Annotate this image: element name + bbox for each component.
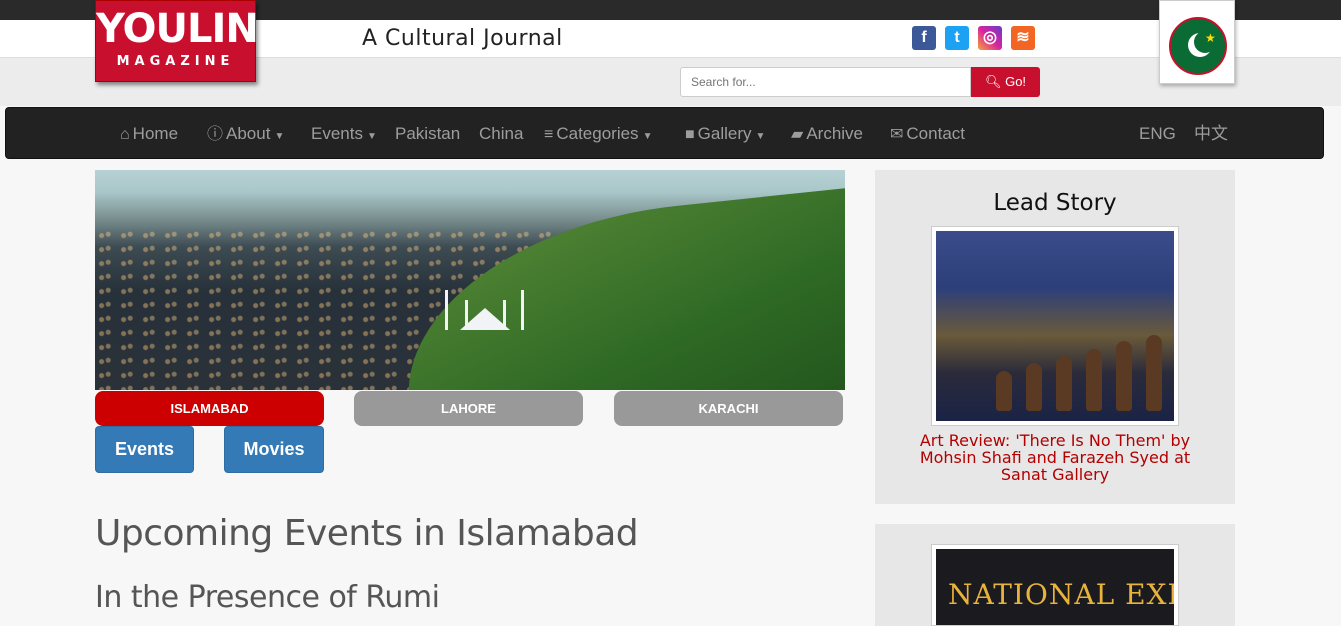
nav-archive-label: Archive bbox=[806, 124, 863, 143]
exhibition-poster-text: NATIONAL EXHIBITION bbox=[936, 549, 1174, 625]
minaret bbox=[521, 290, 524, 330]
info-icon: ⓘ bbox=[207, 126, 224, 143]
institute-emblem[interactable]: ★ bbox=[1159, 0, 1235, 84]
nav-home[interactable]: ⌂ Home bbox=[120, 108, 178, 160]
page-title: Upcoming Events in Islamabad bbox=[95, 513, 639, 554]
hero-image-islamabad bbox=[95, 170, 845, 390]
movies-button[interactable]: Movies bbox=[224, 426, 324, 473]
logo-sub-text: MAGAZINE bbox=[116, 54, 235, 69]
event-title-link[interactable]: In the Presence of Rumi bbox=[95, 580, 440, 615]
twitter-icon[interactable]: t bbox=[945, 26, 969, 50]
nav-pakistan-label: Pakistan bbox=[395, 124, 461, 143]
search-go-label: Go! bbox=[1005, 74, 1027, 89]
video-camera-icon: ■ bbox=[685, 126, 695, 143]
secondary-story-box: NATIONAL EXHIBITION bbox=[875, 524, 1235, 626]
lead-story-heading: Lead Story bbox=[993, 190, 1117, 216]
nav-contact-label: Contact bbox=[906, 124, 965, 143]
lang-eng[interactable]: ENG bbox=[1139, 108, 1176, 160]
caret-down-icon: ▼ bbox=[274, 131, 285, 142]
lead-story-image[interactable] bbox=[931, 226, 1179, 426]
figure-shape bbox=[1116, 341, 1132, 411]
nav-events[interactable]: Events ▼ bbox=[311, 108, 377, 160]
nav-china-label: China bbox=[479, 124, 524, 143]
figure-shape bbox=[1086, 349, 1102, 411]
figure-shape bbox=[996, 371, 1012, 411]
lang-chinese[interactable]: 中文 bbox=[1194, 108, 1228, 160]
figure-shape bbox=[1056, 356, 1072, 411]
secondary-story-image[interactable]: NATIONAL EXHIBITION bbox=[931, 544, 1179, 626]
search-input[interactable] bbox=[680, 67, 971, 97]
site-logo[interactable]: YOULIN MAGAZINE bbox=[95, 0, 259, 82]
nav-contact[interactable]: ✉ Contact bbox=[890, 108, 965, 160]
nav-categories[interactable]: ≡ Categories ▼ bbox=[544, 108, 652, 160]
tab-lahore[interactable]: LAHORE bbox=[354, 391, 583, 426]
caret-down-icon: ▼ bbox=[755, 131, 766, 142]
nav-gallery[interactable]: ■ Gallery ▼ bbox=[685, 108, 765, 160]
nav-events-label: Events bbox=[311, 124, 363, 143]
main-navbar: ⌂ Home ⓘ About ▼ Events ▼ Pakistan China ≡ Ca… bbox=[5, 107, 1324, 159]
lead-story-box: Lead Story Art Review: 'There Is No Them… bbox=[875, 170, 1235, 504]
folder-open-icon: ▰ bbox=[791, 126, 804, 143]
nav-about-label: About bbox=[226, 124, 271, 143]
nav-china[interactable]: China bbox=[479, 108, 523, 160]
events-button[interactable]: Events bbox=[95, 426, 194, 473]
home-icon: ⌂ bbox=[120, 126, 130, 143]
envelope-icon: ✉ bbox=[890, 126, 904, 143]
minaret bbox=[503, 300, 506, 330]
nav-about[interactable]: ⓘ About ▼ bbox=[207, 108, 284, 160]
search-go-button[interactable]: 🔍︎ Go! bbox=[971, 67, 1040, 97]
emblem-disc: ★ bbox=[1169, 17, 1227, 75]
faisal-mosque-illustration bbox=[445, 290, 525, 330]
site-tagline: A Cultural Journal bbox=[362, 26, 563, 51]
painting-thumbnail bbox=[936, 231, 1174, 421]
nav-archive[interactable]: ▰ Archive bbox=[791, 108, 863, 160]
instagram-icon[interactable]: ◎ bbox=[978, 26, 1002, 50]
search-icon: 🔍︎ bbox=[984, 74, 1002, 89]
lead-story-link[interactable]: Art Review: 'There Is No Them' by Mohsin… bbox=[915, 432, 1195, 483]
tab-karachi[interactable]: KARACHI bbox=[614, 391, 843, 426]
nav-pakistan[interactable]: Pakistan bbox=[395, 108, 460, 160]
caret-down-icon: ▼ bbox=[642, 131, 653, 142]
minaret bbox=[445, 290, 448, 330]
logo-main-text: YOULIN bbox=[96, 6, 259, 52]
nav-categories-label: Categories bbox=[556, 124, 639, 143]
tab-islamabad[interactable]: ISLAMABAD bbox=[95, 391, 324, 426]
rss-icon[interactable]: ≋ bbox=[1011, 26, 1035, 50]
facebook-icon[interactable]: f bbox=[912, 26, 936, 50]
figure-shape bbox=[1026, 363, 1042, 411]
caret-down-icon: ▼ bbox=[366, 131, 377, 142]
star-icon: ★ bbox=[1205, 31, 1216, 45]
nav-home-label: Home bbox=[132, 124, 179, 143]
list-icon: ≡ bbox=[544, 126, 554, 143]
figure-shape bbox=[1146, 335, 1162, 411]
nav-gallery-label: Gallery bbox=[697, 124, 752, 143]
